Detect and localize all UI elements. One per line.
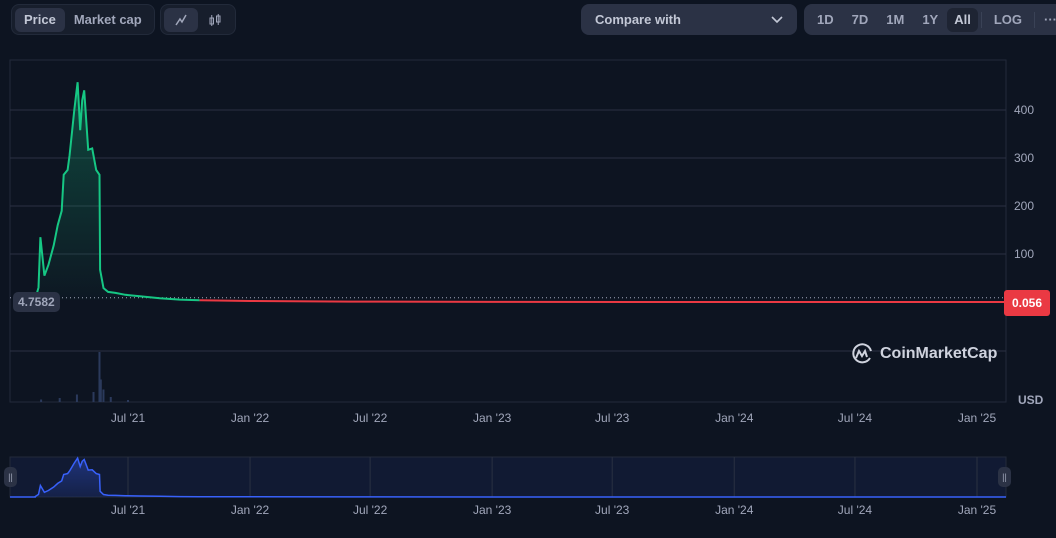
reference-price-label: 4.7582 [13,292,60,312]
volume-bar [127,400,129,402]
navigator-tick-label: Jan '23 [473,503,512,517]
coinmarketcap-logo-icon [852,343,872,364]
y-tick-label: 100 [1014,247,1034,261]
navigator-tick-label: Jan '24 [715,503,754,517]
price-line-down [199,299,1007,303]
navigator-tick-label: Jul '24 [838,503,873,517]
volume-bar [109,397,112,402]
navigator [9,456,1007,498]
navigator-tick-label: Jan '25 [958,503,997,517]
x-tick-label: Jul '22 [353,411,388,425]
navigator-tick-label: Jul '23 [595,503,630,517]
volume-bar [58,398,61,402]
navigator-tick-label: Jul '22 [353,503,388,517]
volume-bar [99,379,102,402]
y-tick-label: 400 [1014,103,1034,117]
volume-bar [92,392,95,402]
watermark-logo: CoinMarketCap [850,342,997,366]
price-chart[interactable]: 100 200 300 400 Jul '21 Jul '21 Jan '22 Jan '22… [0,0,1056,538]
x-tick-label: Jan '25 [958,411,997,425]
currency-label: USD [1018,393,1044,407]
y-tick-label: 300 [1014,151,1034,165]
volume-bar [40,399,43,402]
navigator-right-handle[interactable]: || [998,467,1011,487]
x-tick-label: Jan '22 [231,411,270,425]
volume-bar [102,389,105,402]
watermark-text: CoinMarketCap [880,345,998,362]
navigator-tick-label: Jul '21 [111,503,146,517]
x-tick-label: Jul '21 [111,411,146,425]
x-tick-label: Jan '23 [473,411,512,425]
price-area [35,82,200,301]
y-tick-label: 200 [1014,199,1034,213]
x-tick-label: Jan '24 [715,411,754,425]
navigator-left-handle[interactable]: || [4,467,17,487]
last-price-label: 0.056 [1004,290,1050,316]
volume-bar [75,394,78,402]
x-tick-label: Jul '23 [595,411,630,425]
x-tick-label: Jul '24 [838,411,873,425]
navigator-tick-label: Jan '22 [231,503,270,517]
